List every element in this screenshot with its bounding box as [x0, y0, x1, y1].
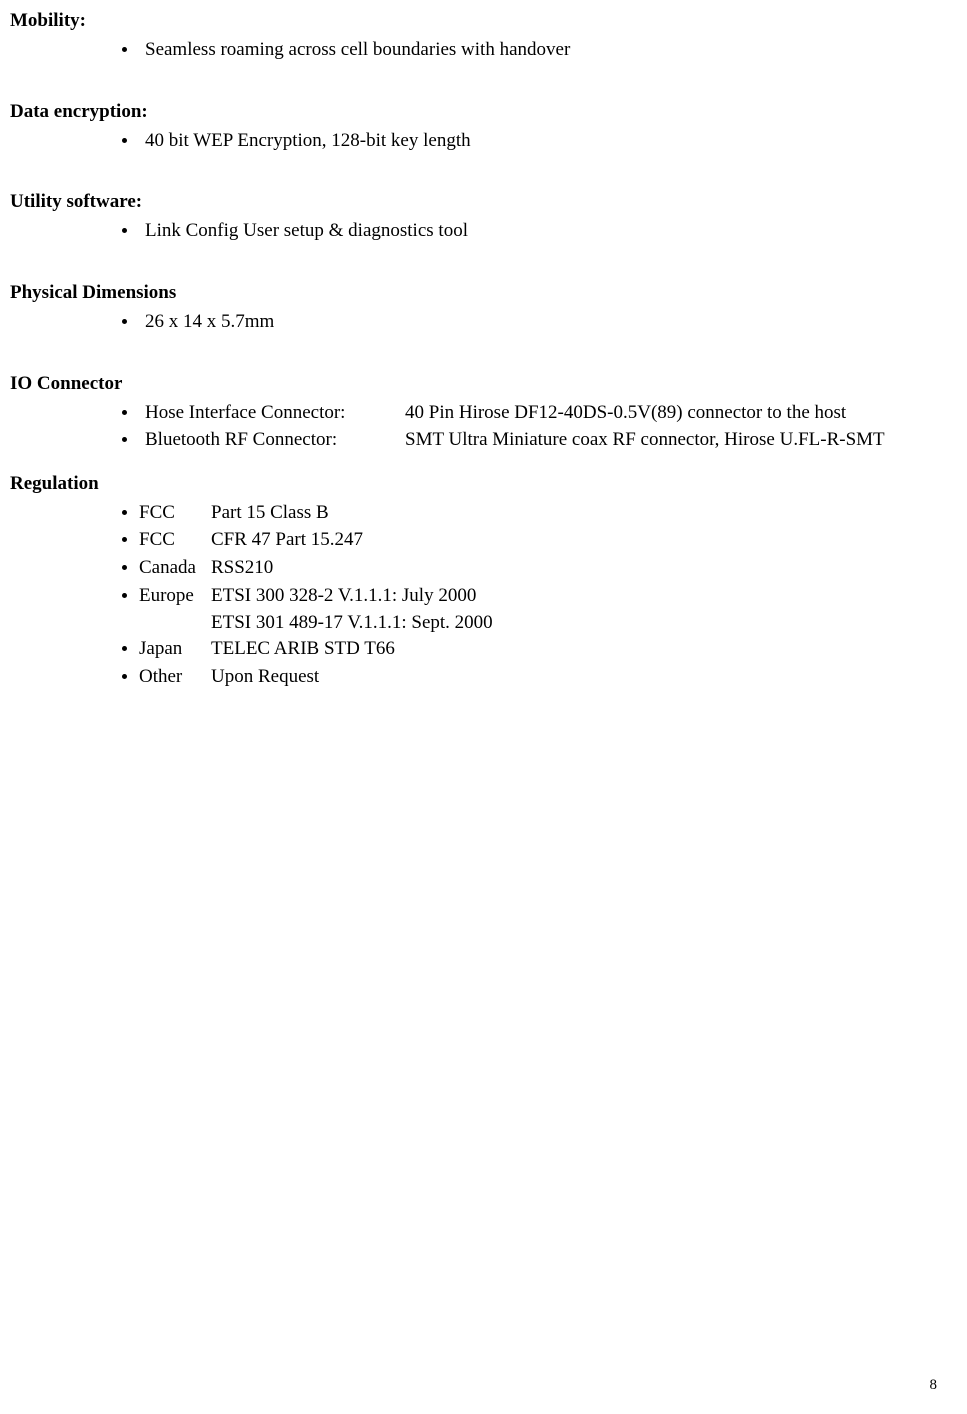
- reg-label-2: Canada: [139, 555, 211, 581]
- reg-label-4: Japan: [139, 636, 211, 662]
- reg-value-2: RSS210: [211, 555, 937, 581]
- physical-text: 26 x 14 x 5.7mm: [145, 309, 937, 335]
- bullet-icon: [122, 437, 127, 442]
- list-item: FCC CFR 47 Part 15.247: [10, 527, 937, 553]
- io-value-1: SMT Ultra Miniature coax RF connector, H…: [405, 427, 937, 453]
- bullet-icon: [122, 410, 127, 415]
- section-regulation: Regulation FCC Part 15 Class B FCC CFR 4…: [10, 473, 937, 689]
- utility-header: Utility software:: [10, 191, 937, 213]
- bullet-icon: [122, 646, 127, 651]
- section-io: IO Connector Hose Interface Connector: 4…: [10, 373, 937, 453]
- bullet-icon: [122, 47, 127, 52]
- utility-text: Link Config User setup & diagnostics too…: [145, 218, 937, 244]
- reg-label-1: FCC: [139, 527, 211, 553]
- reg-value-3: ETSI 300 328-2 V.1.1.1: July 2000: [211, 583, 937, 609]
- io-label-0: Hose Interface Connector:: [145, 400, 405, 426]
- bullet-icon: [122, 593, 127, 598]
- list-item: Bluetooth RF Connector: SMT Ultra Miniat…: [10, 427, 937, 453]
- list-item: Seamless roaming across cell boundaries …: [10, 37, 937, 63]
- page-number: 8: [930, 1377, 938, 1394]
- io-label-1: Bluetooth RF Connector:: [145, 427, 405, 453]
- io-header: IO Connector: [10, 373, 937, 395]
- list-item: Europe ETSI 300 328-2 V.1.1.1: July 2000: [10, 583, 937, 609]
- list-item: Japan TELEC ARIB STD T66: [10, 636, 937, 662]
- mobility-header: Mobility:: [10, 10, 937, 32]
- bullet-icon: [122, 228, 127, 233]
- list-item: Hose Interface Connector: 40 Pin Hirose …: [10, 400, 937, 426]
- bullet-icon: [122, 319, 127, 324]
- reg-value-5: Upon Request: [211, 664, 937, 690]
- encryption-text: 40 bit WEP Encryption, 128-bit key lengt…: [145, 128, 937, 154]
- list-item: 26 x 14 x 5.7mm: [10, 309, 937, 335]
- mobility-text: Seamless roaming across cell boundaries …: [145, 37, 937, 63]
- bullet-icon: [122, 565, 127, 570]
- section-physical: Physical Dimensions 26 x 14 x 5.7mm: [10, 282, 937, 335]
- bullet-icon: [122, 138, 127, 143]
- bullet-icon: [122, 510, 127, 515]
- physical-header: Physical Dimensions: [10, 282, 937, 304]
- reg-value-0: Part 15 Class B: [211, 500, 937, 526]
- reg-value-4: TELEC ARIB STD T66: [211, 636, 937, 662]
- section-mobility: Mobility: Seamless roaming across cell b…: [10, 10, 937, 63]
- section-utility: Utility software: Link Config User setup…: [10, 191, 937, 244]
- regulation-header: Regulation: [10, 473, 937, 495]
- reg-label-0: FCC: [139, 500, 211, 526]
- list-item: Link Config User setup & diagnostics too…: [10, 218, 937, 244]
- reg-value-3-cont: ETSI 301 489-17 V.1.1.1: Sept. 2000: [211, 610, 937, 636]
- bullet-icon: [122, 674, 127, 679]
- encryption-header: Data encryption:: [10, 101, 937, 123]
- list-item: Other Upon Request: [10, 664, 937, 690]
- section-encryption: Data encryption: 40 bit WEP Encryption, …: [10, 101, 937, 154]
- list-item: Canada RSS210: [10, 555, 937, 581]
- bullet-icon: [122, 537, 127, 542]
- reg-label-3: Europe: [139, 583, 211, 609]
- reg-label-5: Other: [139, 664, 211, 690]
- list-item: FCC Part 15 Class B: [10, 500, 937, 526]
- io-value-0: 40 Pin Hirose DF12-40DS-0.5V(89) connect…: [405, 400, 937, 426]
- list-item: 40 bit WEP Encryption, 128-bit key lengt…: [10, 128, 937, 154]
- reg-value-1: CFR 47 Part 15.247: [211, 527, 937, 553]
